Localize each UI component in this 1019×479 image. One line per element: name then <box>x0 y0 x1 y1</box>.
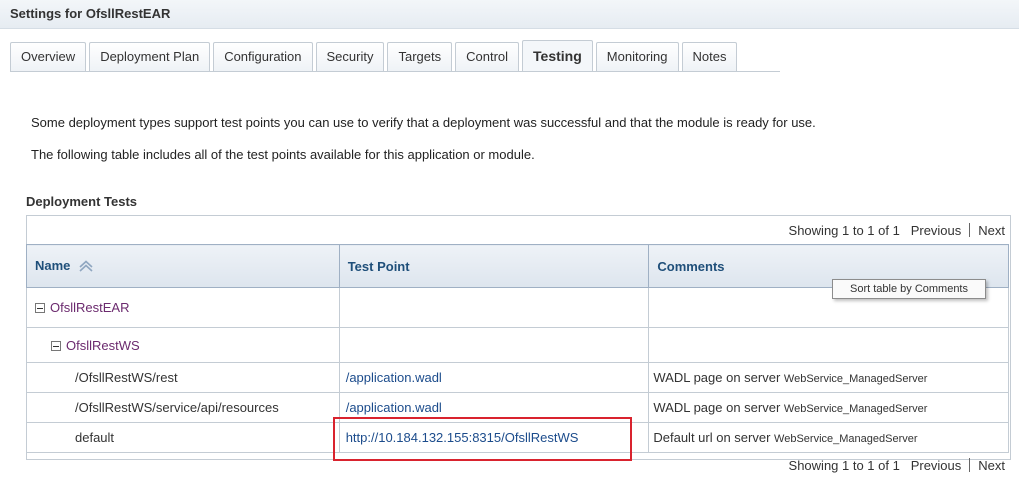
tab-control[interactable]: Control <box>455 42 520 72</box>
comments-cell: Default url on server WebService_Managed… <box>648 422 1009 453</box>
comment-text: WADL page on server <box>653 400 781 415</box>
pager-status: Showing 1 to 1 of 1 <box>788 458 900 473</box>
column-header-name[interactable]: Name <box>26 244 340 288</box>
comment-server: WebService_ManagedServer <box>783 373 928 385</box>
collapse-icon[interactable] <box>35 303 45 313</box>
comment-text: WADL page on server <box>653 370 781 385</box>
pager-bottom: Showing 1 to 1 of 1 Previous Next <box>789 458 1005 473</box>
comments-cell <box>648 327 1009 363</box>
highlight-box <box>333 417 632 461</box>
sort-tooltip: Sort table by Comments <box>832 279 986 299</box>
test-point-link[interactable]: /application.wadl <box>346 370 442 385</box>
sort-ascending-icon[interactable] <box>78 259 94 275</box>
next-link[interactable]: Next <box>978 458 1005 473</box>
name-cell: /OfsllRestWS/service/api/resources <box>26 392 340 423</box>
name-cell: OfsllRestWS <box>26 327 340 363</box>
table-row: OfsllRestWS <box>26 327 1009 363</box>
name-cell: /OfsllRestWS/rest <box>26 362 340 393</box>
intro-text-1: Some deployment types support test point… <box>31 115 816 130</box>
previous-link[interactable]: Previous <box>911 458 962 473</box>
name-cell: default <box>26 422 340 453</box>
pager-separator <box>969 223 971 237</box>
pager-separator <box>969 458 971 472</box>
tab-bar: Overview Deployment Plan Configuration S… <box>10 40 740 72</box>
tab-monitoring[interactable]: Monitoring <box>595 42 679 72</box>
previous-link[interactable]: Previous <box>911 223 962 238</box>
test-point-cell: /application.wadl <box>338 362 650 393</box>
tab-testing[interactable]: Testing <box>522 40 593 72</box>
test-point-cell <box>338 327 650 363</box>
name-cell: OfsllRestEAR <box>26 287 340 328</box>
tab-overview[interactable]: Overview <box>10 42 87 72</box>
tab-notes[interactable]: Notes <box>681 42 738 72</box>
test-point-link[interactable]: /application.wadl <box>346 400 442 415</box>
tree-node-ear[interactable]: OfsllRestEAR <box>50 300 129 315</box>
tab-security[interactable]: Security <box>315 42 385 72</box>
table-row: /OfsllRestWS/rest /application.wadl WADL… <box>26 362 1009 393</box>
comment-server: WebService_ManagedServer <box>783 403 928 415</box>
tab-targets[interactable]: Targets <box>387 42 453 72</box>
collapse-icon[interactable] <box>51 340 61 351</box>
test-point-cell <box>338 287 650 328</box>
comment-server: WebService_ManagedServer <box>774 433 918 445</box>
column-label-name: Name <box>35 257 71 273</box>
deployment-tests-title: Deployment Tests <box>26 194 138 209</box>
comments-cell: WADL page on server WebService_ManagedSe… <box>648 392 1009 423</box>
comment-text: Default url on server <box>653 430 771 445</box>
column-header-test-point[interactable]: Test Point <box>338 244 650 288</box>
next-link[interactable]: Next <box>978 223 1005 238</box>
pager-status: Showing 1 to 1 of 1 <box>788 223 900 238</box>
tab-configuration[interactable]: Configuration <box>213 42 313 72</box>
pager-top: Showing 1 to 1 of 1 Previous Next <box>789 223 1005 238</box>
intro-text-2: The following table includes all of the … <box>31 147 535 162</box>
tab-divider <box>10 71 780 72</box>
tab-deployment-plan[interactable]: Deployment Plan <box>89 42 211 72</box>
page-title: Settings for OfsllRestEAR <box>0 0 1019 29</box>
tree-node-ws[interactable]: OfsllRestWS <box>66 338 140 353</box>
comments-cell: WADL page on server WebService_ManagedSe… <box>648 362 1009 393</box>
